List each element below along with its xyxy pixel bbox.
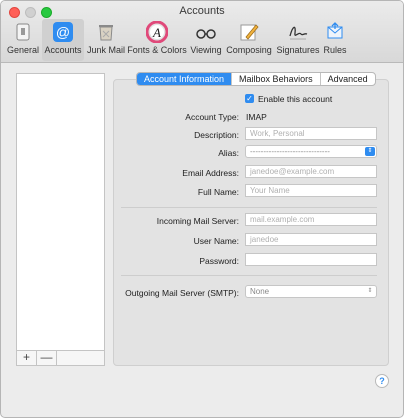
toolbar-viewing[interactable]: Viewing	[189, 19, 223, 61]
password-label: Password:	[199, 256, 239, 266]
at-sign-icon: @	[53, 22, 73, 42]
junk-mail-icon	[99, 25, 113, 41]
user-name-field[interactable]: janedoe	[245, 233, 377, 246]
full-name-field[interactable]: Your Name	[245, 184, 377, 197]
toolbar-label: Fonts & Colors	[127, 45, 187, 55]
chevron-updown-icon: ⇕	[367, 288, 373, 294]
incoming-server-field[interactable]: mail.example.com	[245, 213, 377, 226]
fonts-colors-icon: A	[146, 21, 168, 43]
account-tabs: Account Information Mailbox Behaviors Ad…	[136, 72, 376, 86]
toolbar-signatures[interactable]: Signatures	[275, 19, 321, 61]
tab-advanced[interactable]: Advanced	[321, 73, 375, 85]
enable-account-checkbox[interactable]: ✓	[245, 94, 254, 103]
account-type-value: IMAP	[246, 112, 267, 122]
alias-label: Alias:	[218, 148, 239, 158]
toolbar-junk-mail[interactable]: Junk Mail	[86, 19, 126, 61]
svg-text:@: @	[56, 24, 70, 40]
toolbar-label: Composing	[226, 45, 272, 55]
help-button[interactable]: ?	[375, 374, 389, 388]
user-name-label: User Name:	[193, 236, 239, 246]
alias-value: ------------------------------	[250, 147, 330, 156]
toolbar-label: Signatures	[276, 45, 320, 55]
password-field[interactable]	[245, 253, 377, 266]
smtp-popup[interactable]: None ⇕	[245, 285, 377, 298]
tab-account-information[interactable]: Account Information	[137, 73, 233, 85]
toolbar-label: Junk Mail	[86, 45, 125, 55]
account-list-toolbar: + —	[16, 351, 105, 366]
toolbar-composing[interactable]: Composing	[225, 19, 273, 61]
account-list[interactable]	[16, 73, 105, 351]
chevron-updown-icon: ⇕	[365, 147, 375, 156]
pencil-icon	[240, 24, 259, 41]
window-title: Accounts	[179, 5, 225, 17]
description-field[interactable]: Work, Personal	[245, 127, 377, 140]
email-field[interactable]: janedoe@example.com	[245, 165, 377, 178]
svg-text:A: A	[152, 25, 161, 40]
account-type-label: Account Type:	[185, 112, 239, 122]
alias-popup[interactable]: ------------------------------ ⇕	[245, 145, 377, 158]
remove-account-button[interactable]: —	[37, 351, 57, 365]
incoming-server-label: Incoming Mail Server:	[156, 216, 239, 226]
section-divider	[121, 207, 377, 208]
add-account-button[interactable]: +	[17, 351, 37, 365]
smtp-label: Outgoing Mail Server (SMTP):	[125, 288, 239, 298]
rules-icon	[327, 22, 343, 39]
full-name-label: Full Name:	[197, 187, 239, 197]
tab-mailbox-behaviors[interactable]: Mailbox Behaviors	[232, 73, 321, 85]
email-label: Email Address:	[182, 168, 239, 178]
toolbar-label: Viewing	[190, 45, 222, 55]
toolbar-general[interactable]: General	[5, 19, 41, 61]
toolbar-label: General	[6, 45, 40, 55]
toolbar-accounts[interactable]: @ Accounts	[42, 19, 84, 61]
toolbar-label: Accounts	[44, 45, 82, 55]
general-icon	[16, 23, 30, 41]
smtp-value: None	[250, 287, 270, 296]
glasses-icon	[196, 29, 216, 39]
title-bar: Accounts General @ Accounts Junk Mail A …	[1, 1, 403, 63]
toolbar-fonts-colors[interactable]: A Fonts & Colors	[127, 19, 187, 61]
signature-icon	[289, 26, 308, 40]
section-divider	[121, 275, 377, 276]
enable-account-label: Enable this account	[258, 94, 333, 104]
toolbar-label: Rules	[323, 45, 347, 55]
description-label: Description:	[194, 130, 239, 140]
preferences-window: Accounts General @ Accounts Junk Mail A …	[0, 0, 404, 418]
toolbar-rules[interactable]: Rules	[322, 19, 348, 61]
